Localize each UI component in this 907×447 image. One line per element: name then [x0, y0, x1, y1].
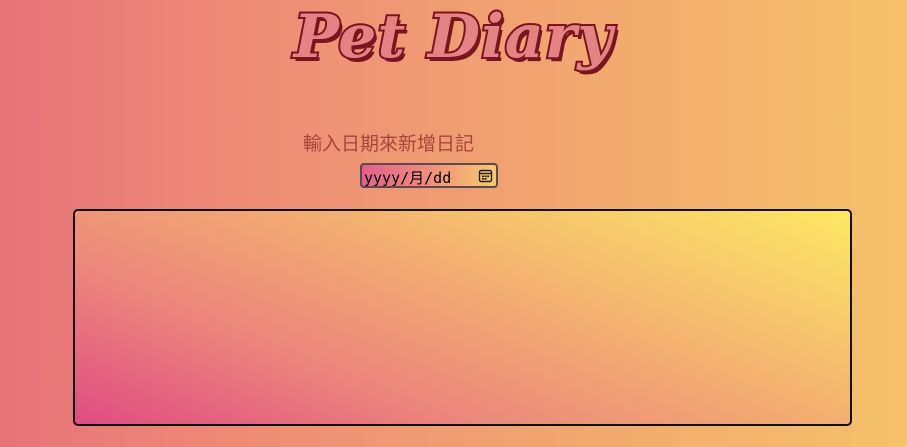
calendar-icon[interactable] [478, 168, 493, 183]
date-input-placeholder: yyyy/月/dd [364, 169, 452, 187]
diary-entries-box [73, 209, 852, 426]
date-input[interactable]: yyyy/月/dd [360, 163, 498, 188]
page-title: Pet Diary [292, 0, 614, 74]
date-prompt-label: 輸入日期來新增日記 [303, 133, 475, 155]
